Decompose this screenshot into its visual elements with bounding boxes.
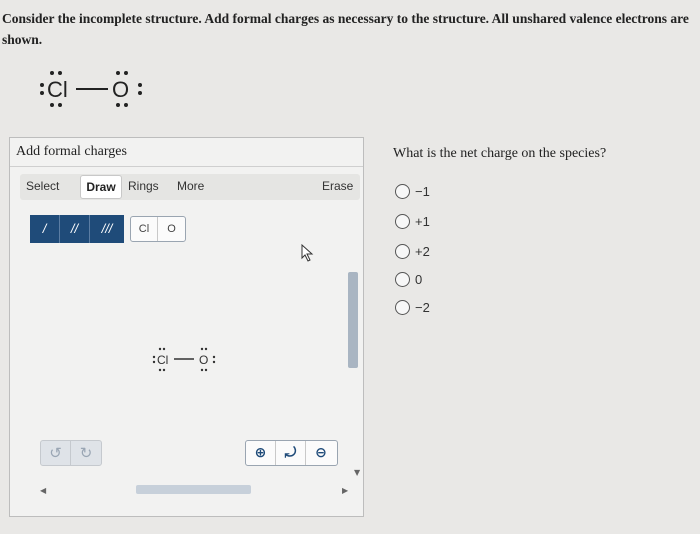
editor-title: Add formal charges [16,144,127,159]
atom-o-button[interactable]: O [158,217,185,241]
select-tool-button[interactable]: Select [26,179,59,193]
atom-cl-label: Cl [47,77,68,102]
zoom-out-icon[interactable]: ⊖ [306,441,336,465]
vertical-scrollbar[interactable] [348,272,358,368]
radio-button[interactable] [395,214,410,229]
option-label: +2 [415,244,430,259]
atom-cl-button[interactable]: Cl [131,217,158,241]
editor-toolbar: Select Draw Rings More Erase [20,174,360,200]
structure-editor-panel: Add formal charges Select Draw Rings Mor… [9,137,364,517]
bond-tools: / // /// [30,215,124,243]
draw-tool-button[interactable]: Draw [80,175,122,199]
scroll-down-icon[interactable]: ▼ [354,468,360,477]
option-label: +1 [415,214,430,229]
horizontal-scrollbar[interactable] [136,485,251,494]
scroll-right-icon[interactable]: ▶ [342,486,348,495]
charge-option-zero[interactable]: 0 [395,271,475,289]
question-text: Consider the incomplete structure. Add f… [2,11,689,47]
charge-option-minus-2[interactable]: −2 [395,299,475,317]
canvas-atom-o: O [199,353,208,367]
single-bond-button[interactable]: / [30,215,60,243]
radio-button[interactable] [395,300,410,315]
lewis-structure: Cl O [40,71,142,107]
option-label: 0 [415,272,423,287]
double-bond-button[interactable]: // [60,215,90,243]
atom-o-label: O [112,77,129,102]
rings-tool-button[interactable]: Rings [128,179,159,193]
history-tools: ↺ ↻ [40,440,102,466]
more-tool-button[interactable]: More [177,179,204,193]
erase-tool-button[interactable]: Erase [322,179,353,193]
charge-option-plus-1[interactable]: +1 [395,213,475,231]
canvas-atom-cl: Cl [157,353,168,367]
redo-icon[interactable]: ↻ [71,441,101,465]
charge-option-plus-2[interactable]: +2 [395,243,475,261]
canvas-molecule[interactable]: Cl O [150,344,230,374]
cursor-icon [301,244,314,262]
charge-option-minus-1[interactable]: −1 [395,183,475,201]
radio-button[interactable] [395,244,410,259]
option-label: −1 [415,184,430,199]
net-charge-question: What is the net charge on the species? [393,146,607,161]
zoom-in-icon[interactable]: ⊕ [246,441,276,465]
divider [10,166,363,167]
atom-tools: Cl O [130,216,186,242]
scroll-left-icon[interactable]: ◀ [40,486,46,495]
zoom-reset-icon[interactable]: ⤾ [276,441,306,465]
radio-button[interactable] [395,272,410,287]
triple-bond-button[interactable]: /// [90,215,124,243]
radio-button[interactable] [395,184,410,199]
option-label: −2 [415,300,430,315]
undo-icon[interactable]: ↺ [41,441,71,465]
zoom-tools: ⊕ ⤾ ⊖ [245,440,338,466]
